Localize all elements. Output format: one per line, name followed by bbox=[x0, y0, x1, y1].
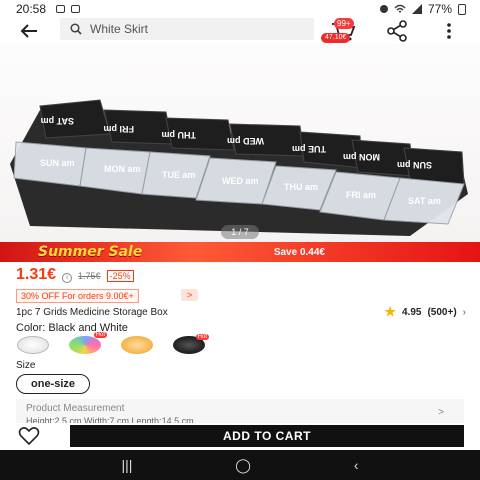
lid-label-bottom: THU am bbox=[284, 182, 318, 192]
rating-value: 4.95 bbox=[402, 306, 422, 318]
status-icons bbox=[56, 5, 81, 13]
hot-badge: Hot bbox=[93, 332, 107, 338]
lid-label-bottom: SAT am bbox=[408, 196, 441, 206]
clock: 20:58 bbox=[16, 2, 47, 16]
sale-save-amount: Save 0.44€ bbox=[273, 246, 325, 258]
rating-summary[interactable]: ★ 4.95 (500+) › bbox=[384, 304, 466, 320]
current-price: 1.31€ bbox=[16, 266, 57, 283]
bottom-action-bar: ADD TO CART bbox=[0, 423, 480, 449]
discount-badge: -25% bbox=[106, 270, 134, 282]
add-to-cart-button[interactable]: ADD TO CART bbox=[70, 425, 464, 447]
color-swatch-orange[interactable] bbox=[121, 336, 153, 354]
more-options-icon[interactable] bbox=[444, 20, 454, 42]
product-title: 1pc 7 Grids Medicine Storage Box bbox=[16, 306, 168, 318]
lid-label-bottom: SUN am bbox=[40, 158, 75, 168]
hot-badge: Hot bbox=[195, 334, 209, 340]
color-label: Color: Black and White bbox=[16, 322, 128, 334]
lid-label-top: TUE pm bbox=[292, 144, 326, 154]
image-pager: 1 / 7 bbox=[221, 225, 259, 239]
price-row: 1.31€ i 1.75€ -25% bbox=[16, 266, 134, 284]
heart-icon[interactable] bbox=[18, 425, 40, 447]
sale-banner[interactable]: Summer Sale Save 0.44€ bbox=[0, 242, 480, 262]
status-bar: 20:58 77% bbox=[0, 0, 480, 18]
lid-label-top: MON pm bbox=[343, 152, 380, 162]
lid-label-bottom: MON am bbox=[104, 164, 141, 174]
cart-count-badge: 99+ bbox=[334, 18, 354, 29]
recent-apps-icon[interactable]: ||| bbox=[121, 457, 132, 473]
image-icon bbox=[56, 5, 66, 13]
coupon-arrow-icon[interactable]: > bbox=[181, 289, 199, 301]
product-title-row: 1pc 7 Grids Medicine Storage Box ★ 4.95 … bbox=[16, 304, 466, 320]
search-icon bbox=[70, 23, 82, 35]
search-input[interactable]: White Skirt bbox=[60, 18, 314, 40]
system-icons: 77% bbox=[379, 2, 466, 16]
chevron-right-icon: › bbox=[462, 306, 466, 318]
product-image[interactable]: SAT pm FRI pm THU pm WED pm TUE pm MON p… bbox=[0, 44, 480, 242]
star-icon: ★ bbox=[384, 304, 396, 319]
share-icon[interactable] bbox=[386, 20, 408, 42]
battery-icon bbox=[458, 3, 466, 15]
color-swatch-white[interactable] bbox=[17, 336, 49, 354]
color-swatch-multicolor[interactable]: Hot bbox=[69, 332, 107, 354]
lid-label-top: WED pm bbox=[227, 136, 264, 146]
original-price: 1.75€ bbox=[78, 271, 101, 281]
color-swatches: Hot Hot bbox=[17, 332, 209, 354]
top-bar: White Skirt 99+ bbox=[0, 18, 480, 42]
lid-label-bottom: FRI am bbox=[346, 190, 376, 200]
info-icon[interactable]: i bbox=[62, 273, 73, 283]
color-swatch-black-white[interactable]: Hot bbox=[173, 334, 209, 354]
wifi-icon bbox=[394, 4, 406, 13]
home-icon[interactable]: ◯ bbox=[235, 457, 251, 474]
lid-label-top: THU pm bbox=[162, 130, 197, 140]
gallery-icon bbox=[71, 5, 81, 13]
lid-label-top: FRI pm bbox=[104, 124, 135, 134]
lid-label-bottom: TUE am bbox=[162, 170, 196, 180]
lid-label-bottom: WED am bbox=[222, 176, 259, 186]
measurement-title: Product Measurement bbox=[26, 403, 125, 414]
back-arrow-icon[interactable] bbox=[18, 20, 40, 42]
chevron-right-icon: > bbox=[438, 407, 444, 418]
system-nav-bar: ||| ◯ ‹ bbox=[0, 450, 480, 480]
size-option-one-size[interactable]: one-size bbox=[16, 374, 91, 394]
back-nav-icon[interactable]: ‹ bbox=[354, 457, 359, 473]
lid-label-top: SUN pm bbox=[397, 160, 432, 170]
sale-title: Summer Sale bbox=[38, 244, 143, 260]
search-text: White Skirt bbox=[90, 22, 149, 36]
size-label: Size bbox=[16, 360, 36, 371]
signal-icon bbox=[411, 4, 422, 14]
alarm-icon bbox=[379, 5, 388, 13]
battery-percent: 77% bbox=[427, 2, 452, 16]
pill-box-illustration: SAT pm FRI pm THU pm WED pm TUE pm MON p… bbox=[10, 99, 468, 236]
lid-label-top: SAT pm bbox=[41, 116, 74, 126]
cart-price-badge: 47.10€ bbox=[321, 33, 351, 43]
coupon-badge[interactable]: 30% OFF For orders 9.00€+ bbox=[16, 289, 139, 303]
review-count: (500+) bbox=[427, 306, 457, 318]
